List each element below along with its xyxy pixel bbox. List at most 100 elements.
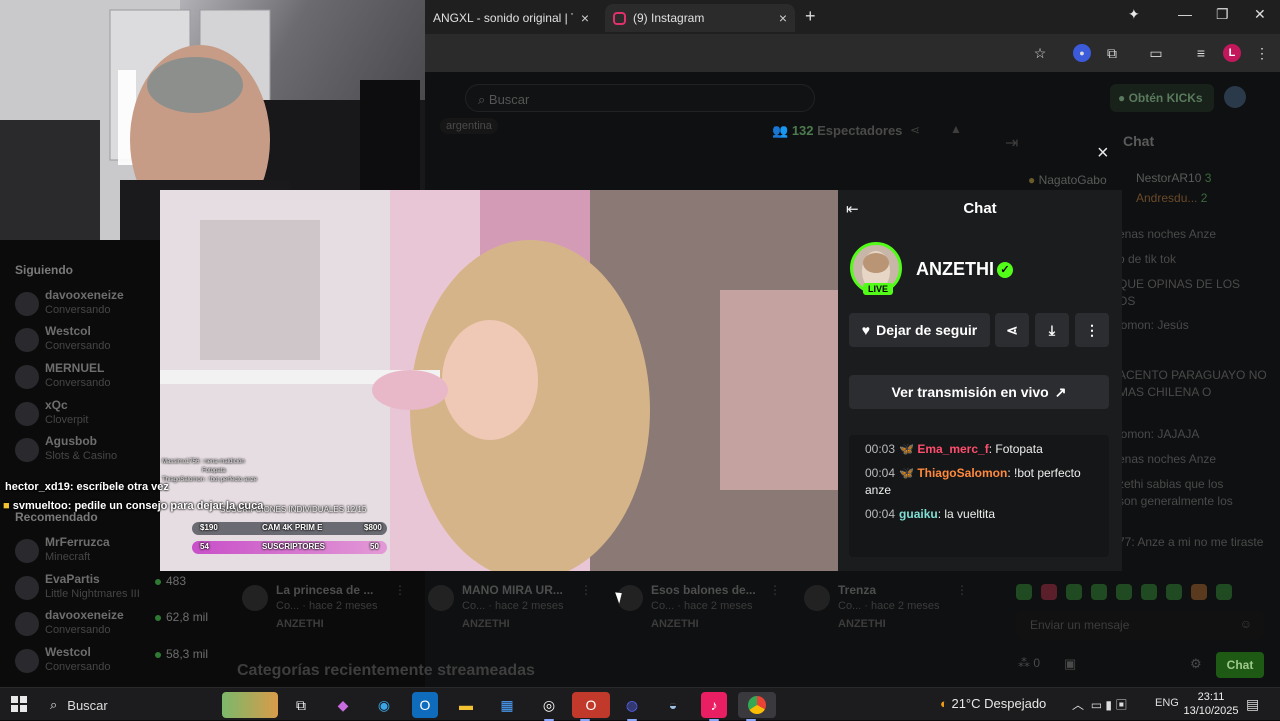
close-tab-icon[interactable]: × (779, 10, 787, 26)
side-chat-line: zethi sabias que los (1118, 477, 1224, 491)
message-user[interactable]: Ema_merc_f (917, 442, 988, 456)
leader-count: 3 (1204, 171, 1212, 185)
sidebar-item-recommended[interactable]: davooxeneize Conversando 62,8 mil (15, 608, 225, 644)
channel-points[interactable]: ⁂ 0 (1018, 656, 1040, 670)
clock[interactable]: 23:11 13/10/2025 (1183, 690, 1239, 718)
discord-icon[interactable]: ◍ (619, 692, 645, 721)
user-avatar[interactable] (1224, 86, 1246, 108)
tag-argentina[interactable]: argentina (440, 118, 498, 134)
tiktok-icon[interactable]: ♪ (701, 692, 727, 721)
ai-sparkle-icon[interactable]: ✦ (1128, 6, 1140, 23)
close-popup-icon[interactable]: × (1097, 142, 1109, 165)
task-view-icon[interactable]: ⧉ (288, 692, 314, 718)
taskbar-search[interactable]: ⌕ Buscar (40, 692, 215, 718)
menu-icon[interactable]: ⋮ (1253, 44, 1271, 62)
collapse-chat-icon[interactable]: ⇥ (1005, 133, 1018, 153)
windows-start-icon[interactable] (11, 696, 27, 712)
emote-icon[interactable] (1191, 584, 1207, 600)
file-explorer-icon[interactable]: ▬ (453, 692, 479, 718)
message-user[interactable]: guaiku (899, 507, 938, 521)
system-tray[interactable]: ︿ ▭ ▮ ▣ (1072, 696, 1127, 713)
chat-send-button[interactable]: Chat (1216, 652, 1264, 678)
download-button[interactable]: ⤓ (1035, 313, 1069, 347)
categories-heading: Categorías recientemente streameadas (237, 662, 535, 679)
outlook-icon[interactable]: O (412, 692, 438, 718)
clip-card[interactable]: MANO MIRA UR... Co... · hace 2 meses ANZ… (428, 583, 608, 633)
emoji-icon[interactable]: ☺ (1240, 617, 1252, 631)
message-user[interactable]: ThiagoSalomon (917, 466, 1007, 480)
language-indicator[interactable]: ENG (1155, 697, 1179, 709)
network-icon[interactable]: ▣ (1115, 698, 1127, 712)
media-icon[interactable]: ≡ (1192, 44, 1210, 62)
opera-icon[interactable]: O (572, 692, 610, 721)
clip-channel: ANZETHI (276, 618, 324, 630)
watch-live-button[interactable]: Ver transmisión en vivo ↗ (849, 375, 1109, 409)
share-button[interactable]: ⋖ (995, 313, 1029, 347)
side-chat-title: Chat (1123, 133, 1155, 149)
overlay-chat-user: hector_xd19 (5, 481, 70, 493)
avatar (15, 365, 39, 389)
new-tab-icon[interactable]: + (805, 6, 816, 27)
sidebar-item-recommended[interactable]: Westcol Conversando 58,3 mil (15, 645, 225, 681)
emote-icon[interactable] (1116, 584, 1132, 600)
channel-name[interactable]: ANZETHI (916, 259, 994, 280)
search-highlight-image[interactable] (222, 692, 278, 718)
recommended-heading: Recomendado (15, 510, 98, 524)
side-chat-line: lomon: Jesús (1118, 318, 1189, 332)
split-view-icon[interactable]: ▭ (1147, 44, 1165, 62)
extension-icon[interactable]: ● (1073, 44, 1091, 62)
notifications-icon[interactable]: ▤ (1246, 696, 1259, 713)
emote-icon[interactable] (1041, 584, 1057, 600)
maximize-icon[interactable]: ❐ (1216, 6, 1229, 23)
obs-icon[interactable]: ◎ (536, 692, 562, 721)
close-tab-icon[interactable]: × (581, 10, 589, 26)
weather-widget[interactable]: ◐ 21°C Despejado (940, 696, 1046, 711)
sidebar-item-recommended[interactable]: EvaPartis Little Nightmares III 483 (15, 572, 225, 608)
minimize-icon[interactable]: — (1178, 6, 1192, 22)
emote-icon[interactable] (1166, 584, 1182, 600)
avatar (15, 402, 39, 426)
kebab-icon[interactable]: ⋮ (956, 583, 968, 597)
video-player[interactable]: Massimo1756 : nena maldición Fotopata Th… (160, 190, 838, 571)
emote-icon[interactable] (1141, 584, 1157, 600)
battery-icon[interactable]: ▭ (1091, 698, 1102, 712)
goal-right-value: $800 (364, 523, 382, 532)
more-options-button[interactable]: ⋮ (1075, 313, 1109, 347)
puzzle-icon[interactable]: ⧉ (1103, 44, 1121, 62)
search-input[interactable]: ⌕ Buscar (465, 84, 815, 112)
edge-icon[interactable]: ◉ (371, 692, 397, 718)
gear-icon[interactable]: ⚙ (1190, 656, 1202, 672)
clip-card[interactable]: La princesa de ... Co... · hace 2 meses … (242, 583, 422, 633)
kebab-icon[interactable]: ⋮ (394, 583, 406, 597)
points-icon: ⁂ (1018, 656, 1034, 670)
emote-icon[interactable] (1016, 584, 1032, 600)
goal-right-value: 50 (370, 542, 379, 551)
store-icon[interactable]: ▦ (494, 692, 520, 718)
emote-icon[interactable] (1066, 584, 1082, 600)
star-icon[interactable]: ☆ (1031, 44, 1049, 62)
close-window-icon[interactable]: ✕ (1254, 6, 1266, 23)
chrome-icon[interactable] (738, 692, 776, 721)
copilot-icon[interactable]: ◆ (330, 692, 356, 718)
emote-icon[interactable] (1091, 584, 1107, 600)
chevron-up-icon[interactable]: ︿ (1072, 698, 1084, 712)
kebab-icon[interactable]: ⋮ (580, 583, 592, 597)
clip-card[interactable]: Esos balones de... Co... · hace 2 meses … (617, 583, 797, 633)
unfollow-button[interactable]: ♥ Dejar de seguir (849, 313, 990, 347)
get-kicks-button[interactable]: ● Obtén KICKs (1110, 84, 1214, 112)
clip-meta: Co... · hace 2 meses (276, 600, 378, 612)
gift-icon[interactable]: ▣ (1064, 656, 1076, 672)
mic-icon[interactable]: ▮ (1105, 698, 1112, 712)
tab-instagram[interactable]: (9) Instagram × (605, 4, 795, 32)
emote-icon[interactable] (1216, 584, 1232, 600)
share-icon[interactable]: ⋖ (910, 123, 920, 137)
profile-avatar[interactable]: L (1223, 44, 1241, 62)
report-icon[interactable]: ▲ (950, 122, 962, 136)
chat-message-input[interactable]: Enviar un mensaje ☺ (1016, 611, 1264, 639)
clock-time: 23:11 (1197, 691, 1225, 703)
clip-card[interactable]: Trenza Co... · hace 2 meses ANZETHI ⋮ (804, 583, 984, 633)
kebab-icon[interactable]: ⋮ (769, 583, 781, 597)
steam-icon[interactable]: ◒ (660, 692, 686, 718)
chat-input-placeholder: Enviar un mensaje (1030, 618, 1130, 632)
tab-tiktok[interactable]: ANGXL - sonido original | TikTo × (425, 4, 597, 32)
